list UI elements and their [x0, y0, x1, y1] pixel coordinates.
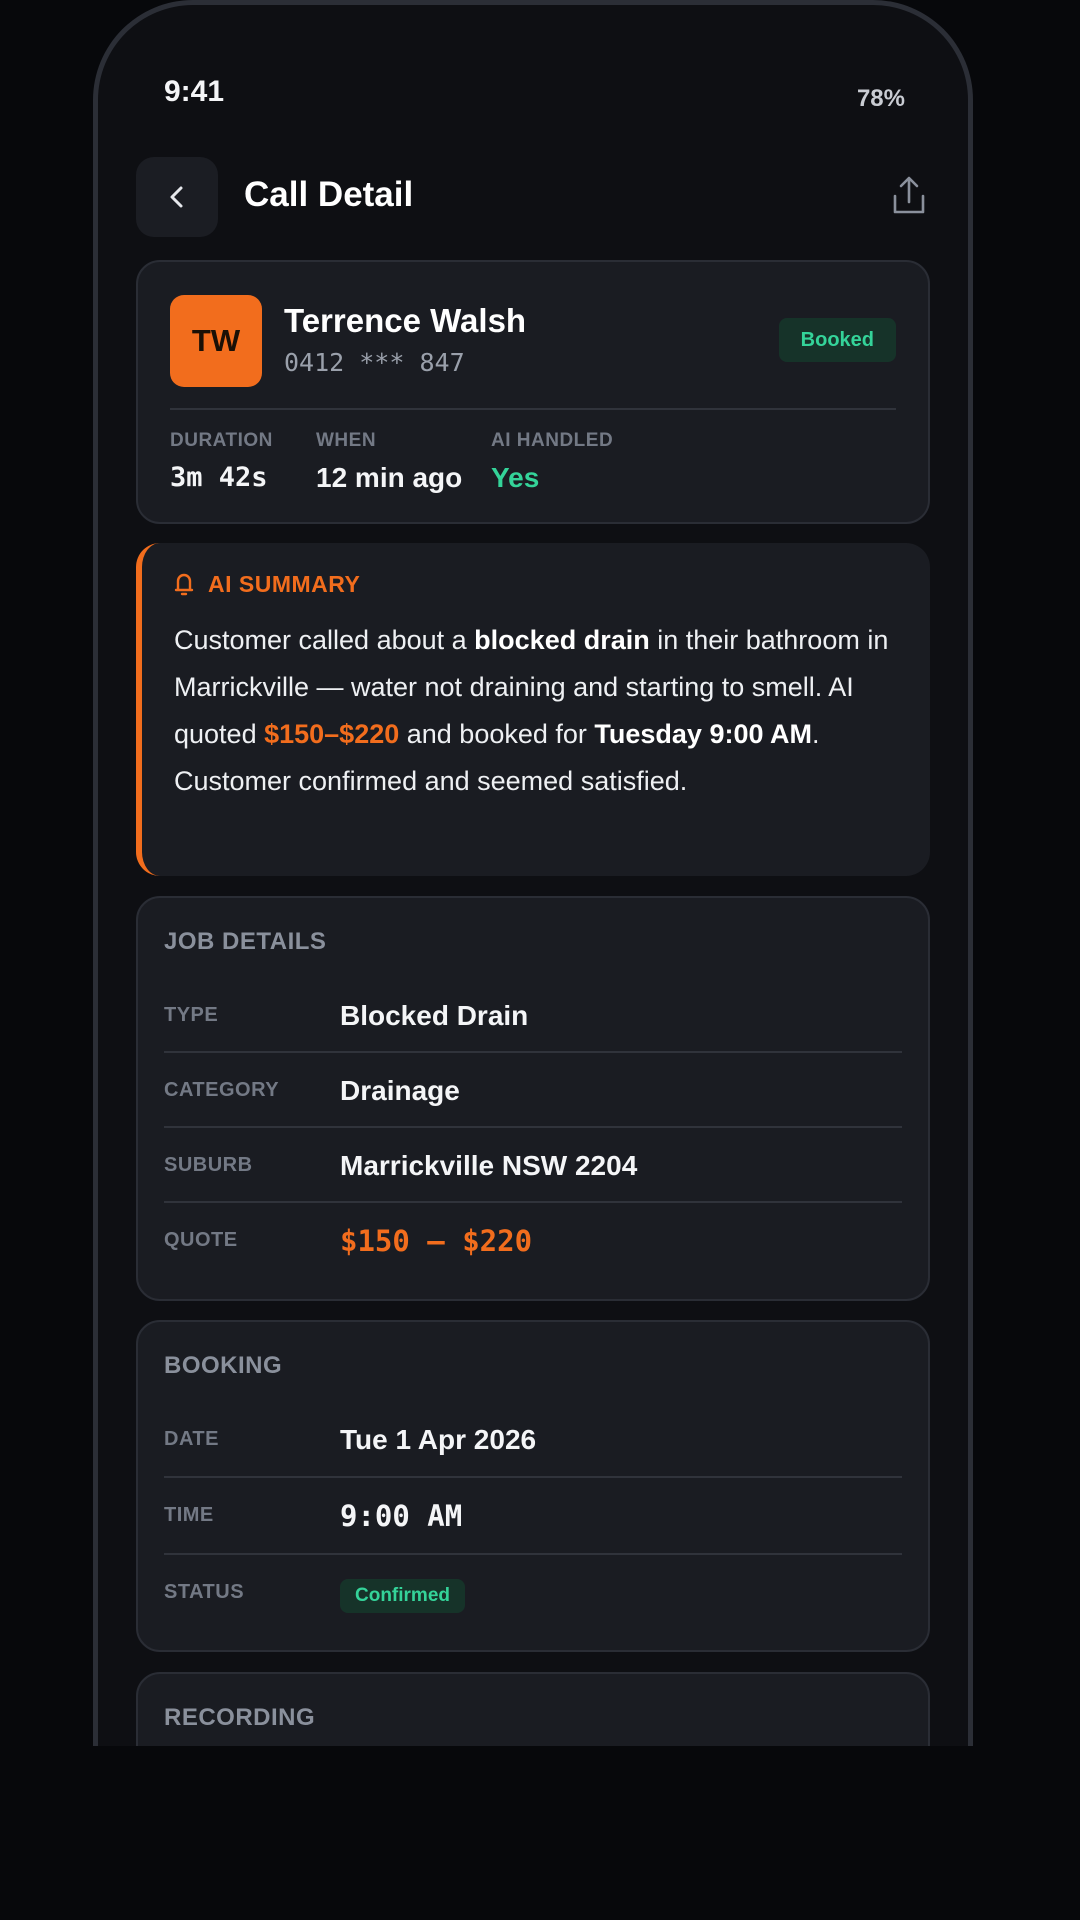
section-title: JOB DETAILS — [164, 928, 327, 955]
detail-row-quote: QUOTE $150 – $220 — [164, 1203, 902, 1278]
row-value: Drainage — [340, 1075, 460, 1106]
row-value: 9:00 AM — [340, 1499, 463, 1533]
summary-title: AI SUMMARY — [208, 571, 361, 597]
stat-value: Yes — [491, 462, 540, 493]
status-time: 9:41 — [164, 75, 225, 108]
ai-summary-card: AI SUMMARY Customer called about a block… — [136, 543, 930, 876]
row-label: SUBURB — [164, 1154, 253, 1176]
detail-row-type: TYPE Blocked Drain — [164, 978, 902, 1053]
stat-label: WHEN — [316, 430, 377, 451]
stat-ai-handled: AI HANDLED Yes — [491, 430, 613, 494]
stat-value: 12 min ago — [316, 462, 463, 493]
chevron-left-icon — [170, 186, 183, 208]
caller-name: Terrence Walsh — [284, 302, 527, 339]
share-button[interactable] — [885, 169, 933, 221]
caller-phone: 0412 *** 847 — [284, 348, 465, 377]
detail-row-suburb: SUBURB Marrickville NSW 2204 — [164, 1128, 902, 1203]
divider — [170, 408, 896, 410]
summary-highlight: blocked drain — [474, 625, 650, 655]
top-bar: Call Detail — [98, 153, 968, 237]
row-label: STATUS — [164, 1581, 245, 1603]
summary-highlight: Tuesday 9:00 AM — [594, 719, 812, 749]
caller-card: TW Terrence Walsh 0412 *** 847 Booked DU… — [136, 260, 930, 524]
share-icon — [893, 176, 925, 214]
summary-text: Customer called about a blocked drain in… — [174, 617, 890, 805]
page-title: Call Detail — [244, 175, 414, 214]
booking-row-time: TIME 9:00 AM — [164, 1478, 902, 1555]
stat-label: DURATION — [170, 430, 273, 451]
booking-row-date: DATE Tue 1 Apr 2026 — [164, 1402, 902, 1478]
booking-row-status: STATUS Confirmed — [164, 1555, 902, 1630]
avatar: TW — [170, 295, 262, 387]
bell-icon — [174, 573, 194, 595]
section-title: RECORDING — [164, 1704, 316, 1731]
job-details-card: JOB DETAILS TYPE Blocked Drain CATEGORY … — [136, 896, 930, 1301]
row-value: Blocked Drain — [340, 1000, 529, 1031]
booking-card: BOOKING DATE Tue 1 Apr 2026 TIME 9:00 AM… — [136, 1320, 930, 1652]
stat-when: WHEN 12 min ago — [316, 430, 462, 494]
job-details-list: TYPE Blocked Drain CATEGORY Drainage SUB… — [164, 978, 902, 1278]
row-label: CATEGORY — [164, 1079, 280, 1101]
row-value: Tue 1 Apr 2026 — [340, 1424, 537, 1455]
quote-value: $150 – $220 — [340, 1224, 533, 1258]
stat-duration: DURATION 3m 42s — [170, 430, 273, 493]
status-bar: 9:41 78% — [98, 5, 968, 135]
detail-row-category: CATEGORY Drainage — [164, 1053, 902, 1128]
section-title: BOOKING — [164, 1352, 283, 1379]
row-label: TIME — [164, 1504, 214, 1526]
back-button[interactable] — [136, 157, 218, 237]
row-label: QUOTE — [164, 1229, 238, 1251]
summary-header: AI SUMMARY — [174, 571, 360, 598]
summary-text-part: and booked for — [399, 719, 595, 749]
recording-card: RECORDING — [136, 1672, 930, 1746]
stat-value: 3m 42s — [170, 462, 268, 493]
row-label: DATE — [164, 1428, 219, 1450]
status-badge: Booked — [778, 318, 896, 362]
phone-frame: 9:41 78% Call Detail TW Terrence Walsh 0… — [93, 0, 973, 1746]
row-label: TYPE — [164, 1004, 219, 1026]
summary-text-part: Customer called about a — [174, 625, 475, 655]
booking-list: DATE Tue 1 Apr 2026 TIME 9:00 AM STATUS … — [164, 1402, 902, 1630]
row-value: Marrickville NSW 2204 — [340, 1150, 638, 1181]
confirmed-badge: Confirmed — [340, 1579, 465, 1613]
battery-level: 78% — [856, 85, 905, 112]
stat-label: AI HANDLED — [491, 430, 614, 451]
summary-quote: $150–$220 — [264, 719, 400, 749]
